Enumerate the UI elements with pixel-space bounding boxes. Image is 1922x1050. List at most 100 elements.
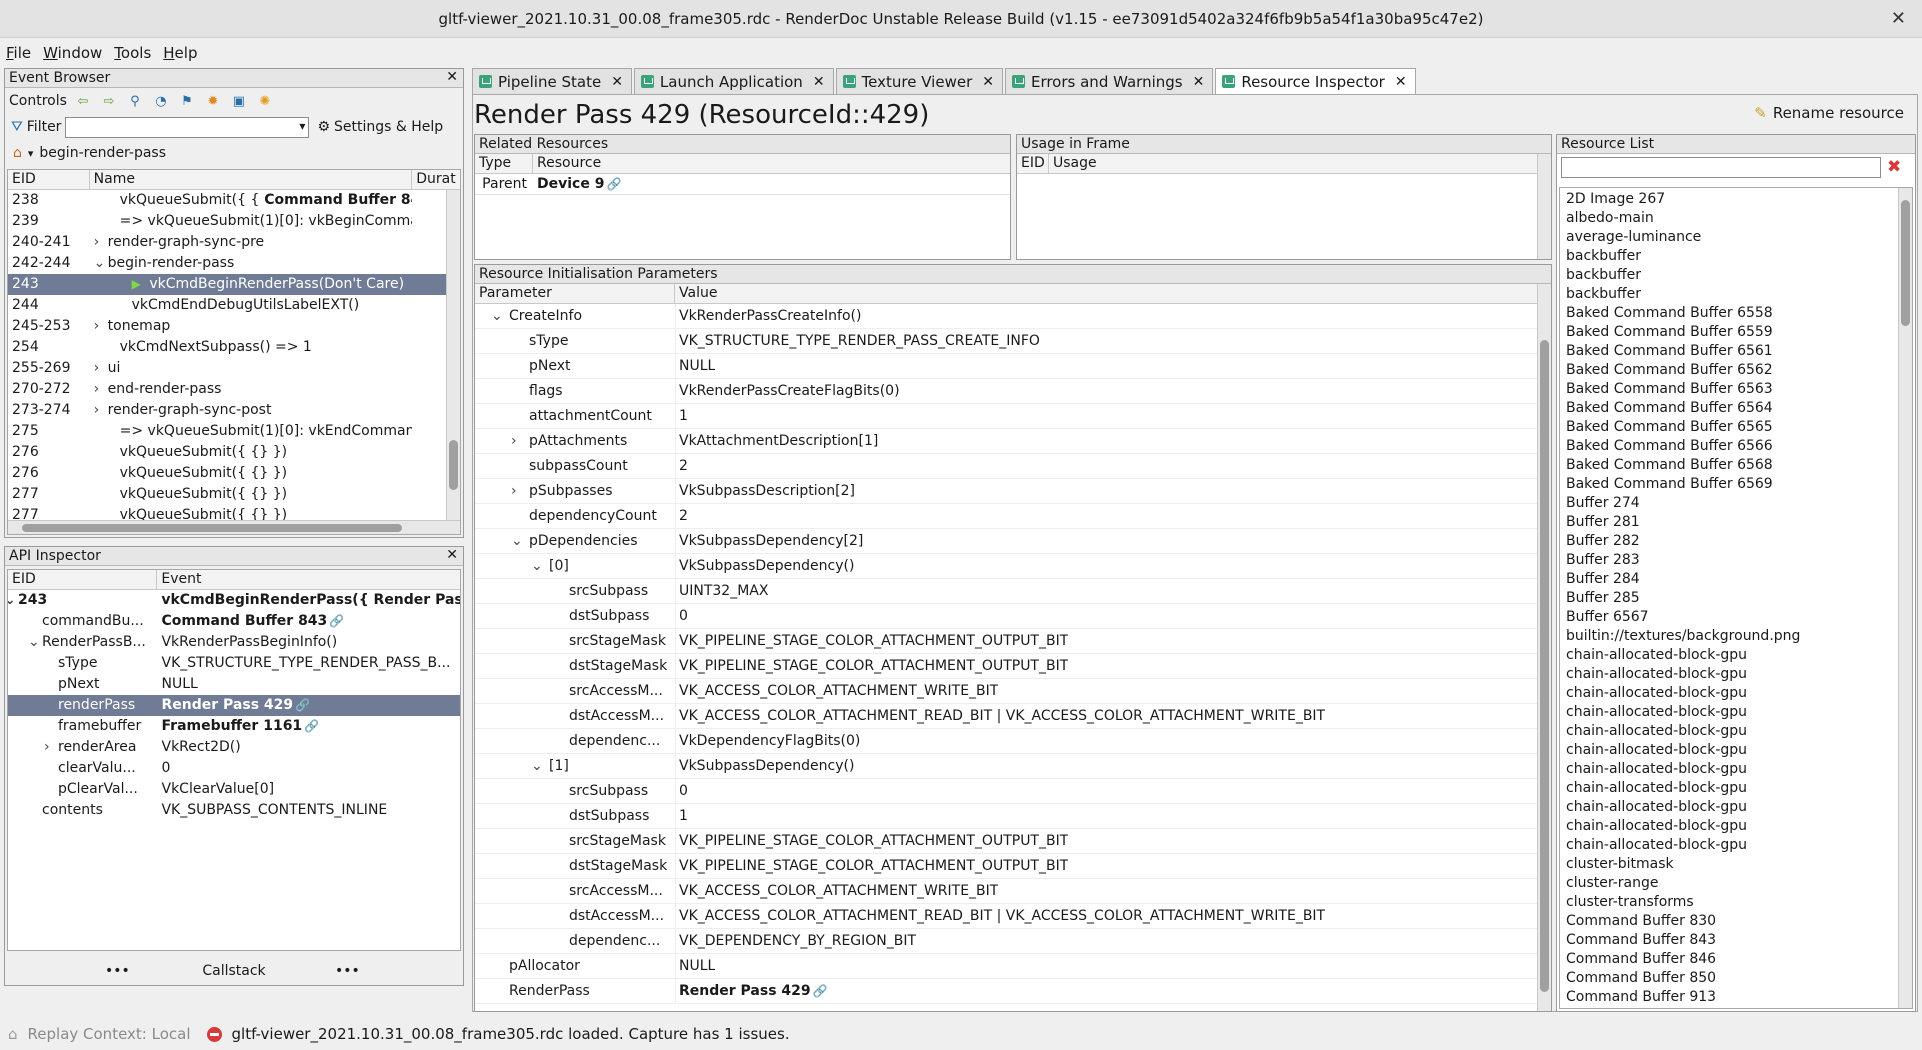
init-scrollbar[interactable] [1537,284,1551,1011]
rename-resource-button[interactable]: ✎ Rename resource [1754,104,1904,122]
event-scroll-thumb[interactable] [449,440,458,490]
event-hscrollbar[interactable] [8,520,460,534]
link-icon[interactable]: 🔗 [329,614,344,628]
api-inspector-close-icon[interactable]: ✕ [446,546,458,564]
init-param-row[interactable]: dstStageMask VK_PIPELINE_STAGE_COLOR_ATT… [475,854,1537,879]
expand-chevron-icon[interactable]: › [94,358,100,379]
event-row[interactable]: 242-244 ⌄ begin-render-pass [8,253,460,274]
find-icon[interactable]: ⚲ [125,92,145,110]
resource-list-item[interactable]: Buffer 285 [1560,589,1912,608]
col-duration[interactable]: Durat [412,170,460,189]
resource-list-item[interactable]: chain-allocated-block-gpu [1560,779,1912,798]
window-close-icon[interactable]: ✕ [1891,8,1906,29]
menu-help[interactable]: Help [163,44,197,62]
api-row[interactable]: framebuffer Framebuffer 1161 🔗 [8,716,460,737]
col-parameter[interactable]: Parameter [475,284,675,303]
resource-list-item[interactable]: Command Buffer 850 [1560,969,1912,988]
event-row[interactable]: 245-253 › tonemap [8,316,460,337]
resource-list-item[interactable]: Command Buffer 913 [1560,988,1912,1007]
tab-close-icon[interactable]: ✕ [1395,74,1407,90]
event-row[interactable]: 238 vkQueueSubmit({ { Command Buffer 843 [8,190,460,211]
related-resource[interactable]: Device 9 [537,176,604,192]
resource-list-item[interactable]: chain-allocated-block-gpu [1560,836,1912,855]
event-row[interactable]: 276 vkQueueSubmit({ {} }) [8,442,460,463]
api-row[interactable]: pClearVal... VkClearValue[0] [8,779,460,800]
clear-search-icon[interactable]: ✖ [1887,157,1901,177]
init-param-row[interactable]: dependencyCount 2 [475,504,1537,529]
bookmark-icon[interactable]: ⚑ [177,92,197,110]
usage-scrollbar[interactable] [1537,154,1551,259]
event-row[interactable]: 275 => vkQueueSubmit(1)[0]: vkEndCommand… [8,421,460,442]
resource-list-item[interactable]: cluster-bitmask [1560,855,1912,874]
expand-chevron-icon[interactable]: › [94,379,100,400]
col-value[interactable]: Value [675,284,1537,303]
resource-list-item[interactable]: Buffer 6567 [1560,608,1912,627]
expand-chevron-icon[interactable]: ⌄ [491,304,503,328]
settings-gear-icon[interactable]: ✹ [203,92,223,110]
resource-list-item[interactable]: chain-allocated-block-gpu [1560,665,1912,684]
resource-list-item[interactable]: Baked Command Buffer 6561 [1560,342,1912,361]
expand-chevron-icon[interactable]: ⌄ [94,253,106,274]
resource-list-item[interactable]: Baked Command Buffer 6568 [1560,456,1912,475]
event-row[interactable]: 243 ▶ vkCmdBeginRenderPass(Don't Care) [8,274,460,295]
api-row[interactable]: clearValu... 0 [8,758,460,779]
resource-list-item[interactable]: chain-allocated-block-gpu [1560,741,1912,760]
chevron-down-icon[interactable]: ▾ [28,147,34,160]
tab-launch-application[interactable]: Launch Application ✕ [633,68,834,94]
init-param-row[interactable]: RenderPass Render Pass 429 🔗 [475,979,1537,1004]
init-param-row[interactable]: ⌄ pDependencies VkSubpassDependency[2] [475,529,1537,554]
init-param-row[interactable]: dstAccessM... VK_ACCESS_COLOR_ATTACHMENT… [475,704,1537,729]
resource-list-item[interactable]: chain-allocated-block-gpu [1560,760,1912,779]
resource-search-input[interactable] [1561,157,1881,178]
resource-list-item[interactable]: Command Buffer 843 [1560,931,1912,950]
link-icon[interactable]: 🔗 [304,719,319,733]
col-usage[interactable]: Usage [1049,154,1537,173]
expand-chevron-icon[interactable]: ⌄ [531,554,543,578]
init-param-row[interactable]: pNext NULL [475,354,1537,379]
resource-list-item[interactable]: Buffer 281 [1560,513,1912,532]
event-name-bold[interactable]: Command Buffer 843 [259,192,412,208]
resource-scroll-thumb[interactable] [1901,200,1910,326]
filter-input[interactable] [65,116,310,138]
colors-icon[interactable]: ✺ [255,92,275,110]
resource-list-item[interactable]: backbuffer [1560,266,1912,285]
resource-list-item[interactable]: Command Buffer 830 [1560,912,1912,931]
event-row[interactable]: 239 => vkQueueSubmit(1)[0]: vkBeginComma… [8,211,460,232]
prev-event-icon[interactable]: ⇦ [73,92,93,110]
expand-chevron-icon[interactable]: ⌄ [531,754,543,778]
tab-close-icon[interactable]: ✕ [982,74,994,90]
col-resource[interactable]: Resource [533,154,1009,173]
resource-list-item[interactable]: Buffer 283 [1560,551,1912,570]
link-icon[interactable]: 🔗 [606,177,621,191]
resource-list-scrollbar[interactable] [1898,188,1912,1008]
expand-chevron-icon[interactable]: › [94,400,100,421]
next-event-icon[interactable]: ⇨ [99,92,119,110]
col-eid[interactable]: EID [8,170,90,189]
error-icon[interactable] [206,1026,222,1042]
link-icon[interactable]: 🔗 [813,984,828,998]
resource-list-item[interactable]: chain-allocated-block-gpu [1560,722,1912,741]
init-param-row[interactable]: › pSubpasses VkSubpassDescription[2] [475,479,1537,504]
expand-chevron-icon[interactable]: › [94,316,100,337]
related-row[interactable]: Parent Device 9 🔗 [475,174,1010,195]
api-row[interactable]: ⌄ RenderPassB... VkRenderPassBeginInfo() [8,632,460,653]
api-row[interactable]: contents VK_SUBPASS_CONTENTS_INLINE [8,800,460,821]
right-dots[interactable]: ••• [335,963,360,979]
menu-window[interactable]: Window [43,44,102,62]
resource-list-item[interactable]: chain-allocated-block-gpu [1560,703,1912,722]
settings-icon[interactable]: ⚙ [317,119,330,135]
init-param-row[interactable]: dstSubpass 1 [475,804,1537,829]
init-param-row[interactable]: dstStageMask VK_PIPELINE_STAGE_COLOR_ATT… [475,654,1537,679]
init-param-row[interactable]: dependenc... VkDependencyFlagBits(0) [475,729,1537,754]
tab-errors-and-warnings[interactable]: Errors and Warnings ✕ [1004,68,1214,94]
event-hscroll-thumb[interactable] [22,524,402,532]
tab-resource-inspector[interactable]: Resource Inspector ✕ [1215,68,1416,94]
home-icon[interactable]: ⌂ [13,145,22,161]
event-row[interactable]: 255-269 › ui [8,358,460,379]
api-row[interactable]: › renderArea VkRect2D() [8,737,460,758]
tab-texture-viewer[interactable]: Texture Viewer ✕ [835,68,1003,94]
event-row[interactable]: 273-274 › render-graph-sync-post [8,400,460,421]
resource-list-item[interactable]: Baked Command Buffer 6562 [1560,361,1912,380]
init-param-row[interactable]: ⌄ [0] VkSubpassDependency() [475,554,1537,579]
link-icon[interactable]: 🔗 [295,698,310,712]
